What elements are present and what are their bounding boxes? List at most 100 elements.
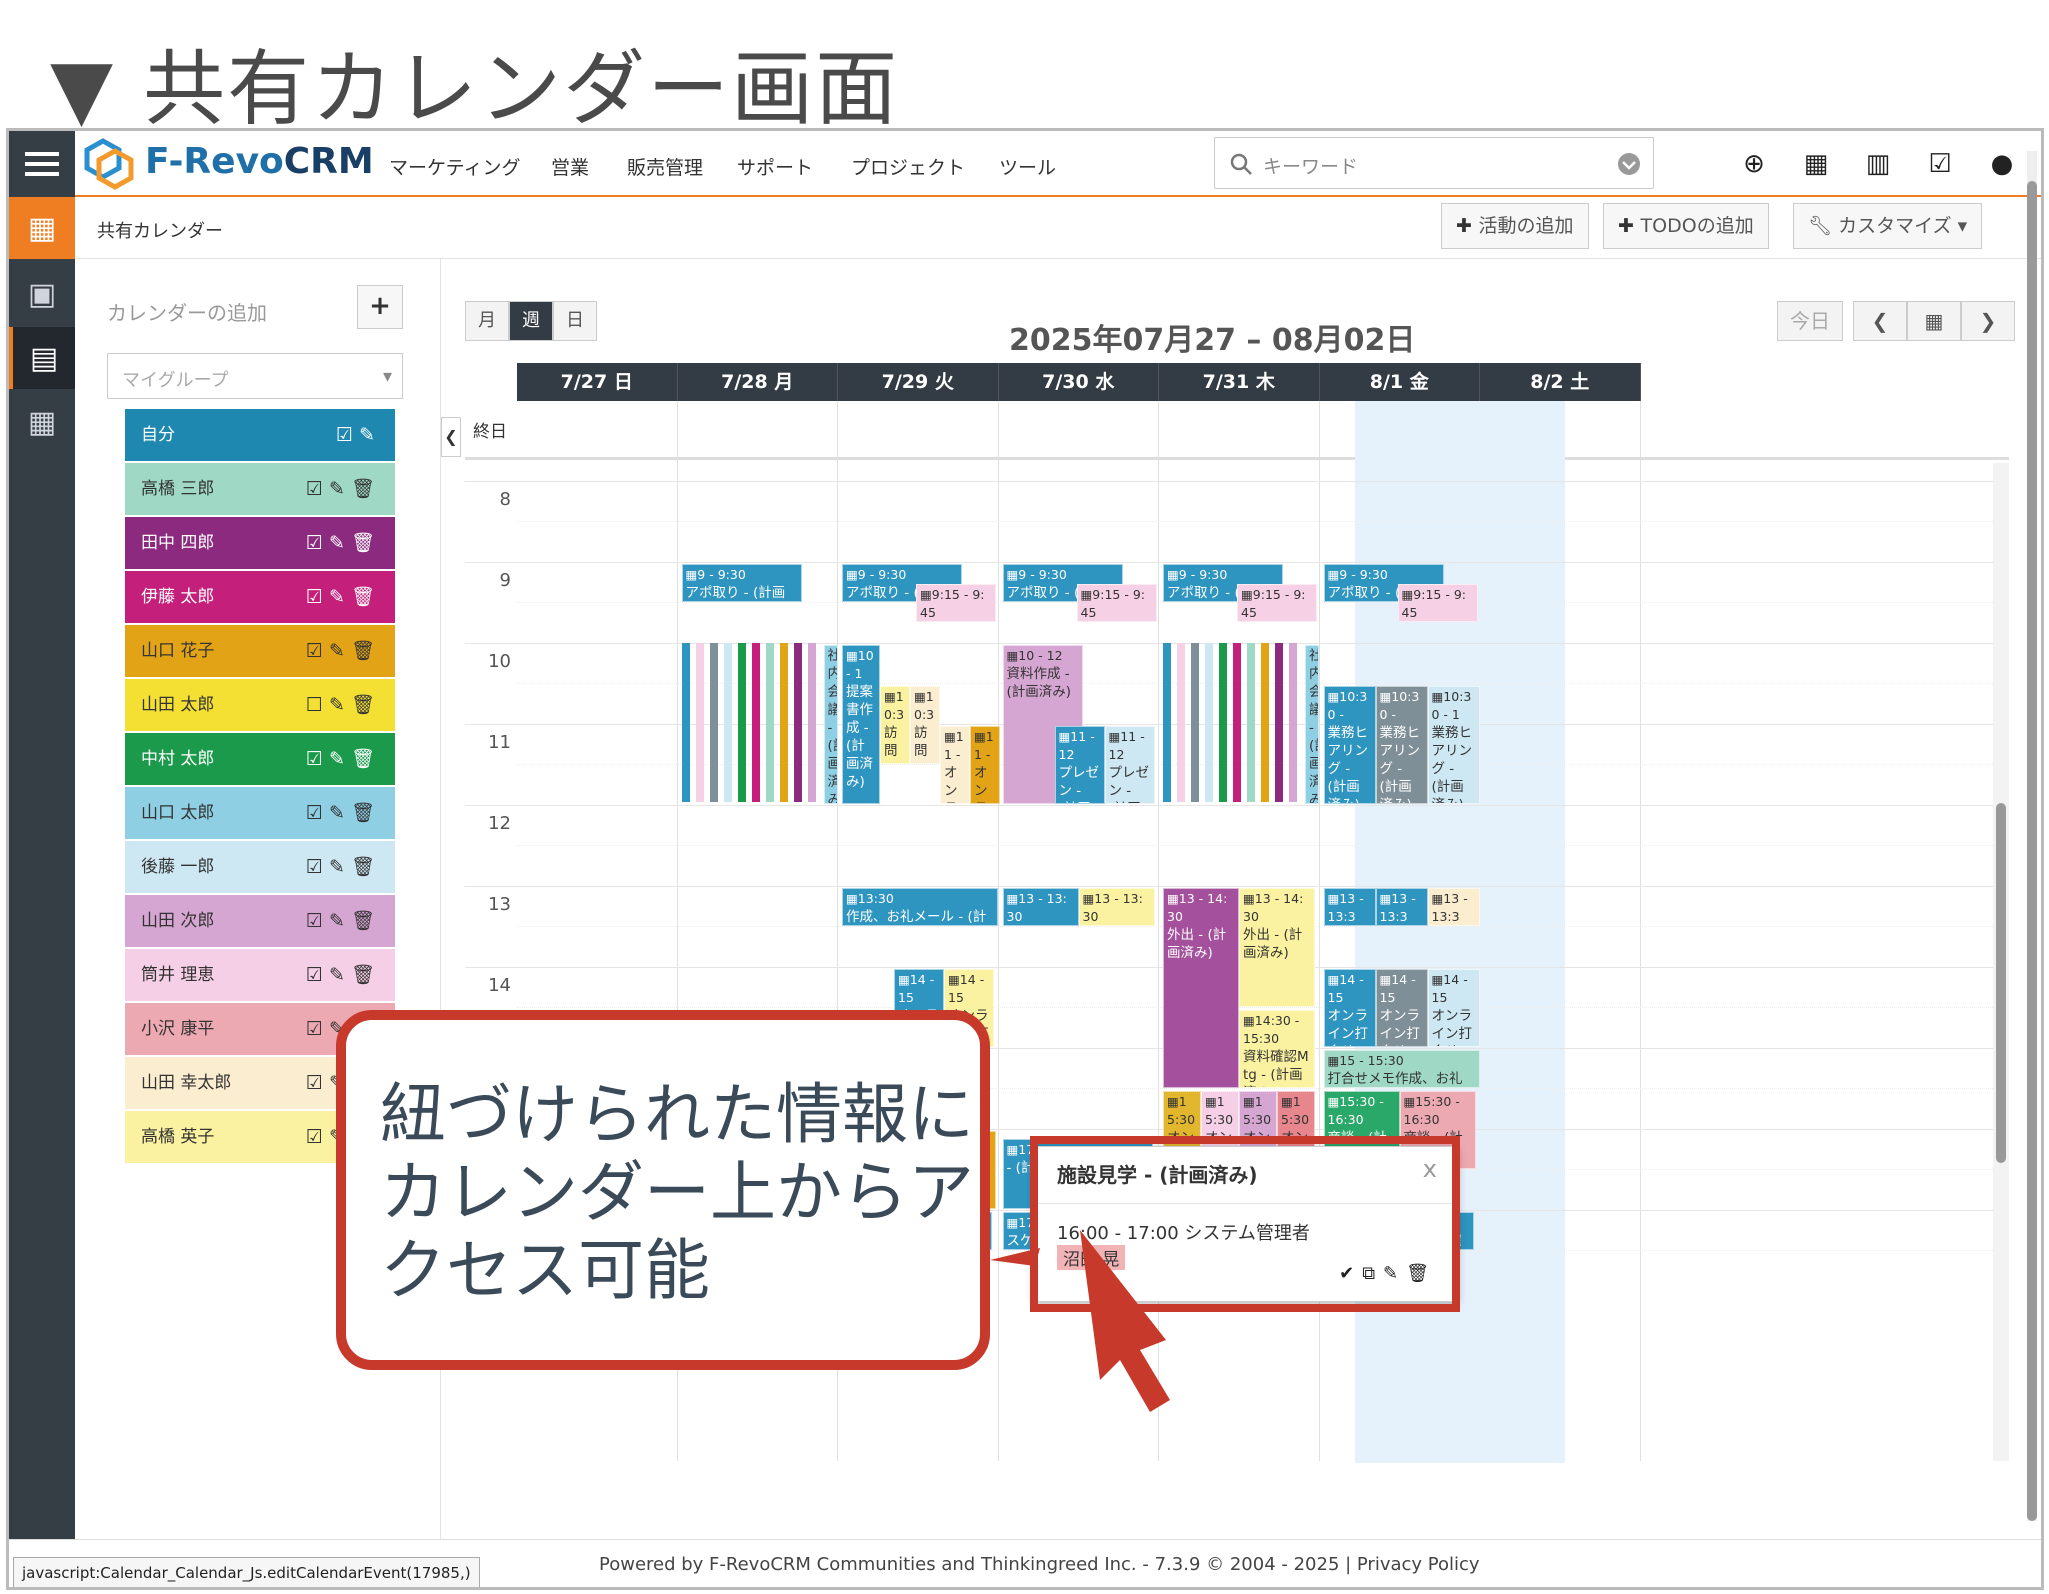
chevron-down-icon[interactable] [1617, 152, 1641, 176]
calendar-item[interactable]: 山口 花子 ☑✎🗑︎ [125, 625, 395, 677]
calendar-list-icon[interactable]: ▦ [9, 391, 75, 453]
nav-marketing[interactable]: マーケティング [389, 153, 520, 180]
calendar-module-icon[interactable]: ▦ [9, 197, 75, 259]
trash-icon[interactable]: 🗑︎ [351, 964, 381, 986]
calendar-event[interactable]: ▦13 - 13:30商談 - (計画済み) [1078, 888, 1155, 926]
checkbox-icon[interactable]: ☑ [306, 586, 329, 608]
calendar-event[interactable]: ▦14 - 15オンライン打合せ - (計画済み) [1323, 969, 1376, 1047]
hamburger-menu-button[interactable] [9, 131, 75, 197]
person-calendar-icon[interactable]: ▣ [9, 263, 75, 325]
calendar-event[interactable]: ▦9:15 - 9:45アポ連絡 - (計画済み) [1237, 584, 1317, 622]
event-strip[interactable] [1163, 643, 1171, 802]
edit-icon[interactable]: ✎ [329, 586, 351, 608]
date-picker-icon[interactable]: ▦ [1907, 301, 1961, 341]
event-strip[interactable] [1205, 643, 1213, 802]
nav-sales[interactable]: 営業 [551, 153, 589, 180]
calendar-item[interactable]: 高橋 三郎 ☑✎🗑︎ [125, 463, 395, 515]
chart-icon[interactable]: ▥ [1861, 147, 1895, 181]
event-strip[interactable] [1261, 643, 1269, 802]
edit-icon[interactable]: ✎ [329, 964, 351, 986]
event-strip[interactable] [1275, 643, 1283, 802]
trash-icon[interactable]: 🗑︎ [351, 802, 381, 824]
group-select[interactable]: マイグループ ▾ [107, 353, 403, 399]
calendar-item[interactable]: 田中 四郎 ☑✎🗑︎ [125, 517, 395, 569]
event-strip[interactable] [709, 643, 718, 802]
brand-name[interactable]: F-RevoCRM [145, 141, 374, 182]
calendar-event[interactable]: ▦13 - 13:30商談 - (計画済み) [1002, 888, 1079, 926]
next-week-button[interactable]: ❯ [1961, 301, 2015, 341]
calendar-item[interactable]: 中村 太郎 ☑✎🗑︎ [125, 733, 395, 785]
page-scrollbar[interactable] [2027, 151, 2037, 1521]
view-day-button[interactable]: 日 [553, 301, 597, 341]
calendar-item[interactable]: 筒井 理恵 ☑✎🗑︎ [125, 949, 395, 1001]
calendar-event[interactable]: ▦10:30 -業務ヒアリング - (計画済み) [1323, 685, 1376, 804]
event-strip[interactable] [1247, 643, 1255, 802]
calendar-item[interactable]: 後藤 一郎 ☑✎🗑︎ [125, 841, 395, 893]
calendar-event[interactable]: ▦15 - 15:30 打合せメモ作成、お礼メール返信 - (計画済み) [1323, 1050, 1480, 1088]
calendar-event[interactable]: ▦13 - 13:3議事メモ作成、お礼メール [1323, 888, 1376, 926]
checkbox-icon[interactable]: ☑ [306, 640, 329, 662]
edit-icon[interactable]: ✎ [329, 694, 351, 716]
checkbox-icon[interactable]: ☑ [336, 424, 359, 446]
calendar-event[interactable]: ▦13 - 13:3商談 - (計画済み) [1427, 888, 1480, 926]
event-strip[interactable] [793, 643, 802, 802]
today-button[interactable]: 今日 [1777, 301, 1843, 341]
calendar-event[interactable]: ▦14 - 15オンライン打合せ - (計画済み) [1427, 969, 1480, 1047]
add-activity-button[interactable]: ✚ 活動の追加 [1441, 203, 1589, 249]
day-header[interactable]: 8/1 金 [1319, 363, 1480, 401]
edit-icon[interactable]: ✎ [329, 532, 351, 554]
calendar-event[interactable]: ▦10:30 -業務ヒアリング - (計画済み) [1375, 685, 1428, 804]
trash-icon[interactable]: 🗑︎ [351, 640, 381, 662]
checkbox-icon[interactable]: ☑ [306, 910, 329, 932]
event-strip[interactable] [1177, 643, 1185, 802]
trash-icon[interactable]: 🗑︎ [351, 478, 381, 500]
event-strip[interactable] [751, 643, 760, 802]
collapse-sidebar-button[interactable]: ❮ [441, 417, 461, 457]
calendar-event[interactable]: 社内会議 - (計画済み) [823, 645, 838, 804]
edit-icon[interactable]: ✎ [329, 910, 351, 932]
calendar-event[interactable]: ▦13 - 14:30 外出 - (計画済み) [1239, 888, 1315, 1007]
view-week-button[interactable]: 週 [509, 301, 553, 341]
edit-icon[interactable]: ✎ [329, 802, 351, 824]
checkbox-icon[interactable]: ☑ [306, 1018, 329, 1040]
calendar-event[interactable]: ▦11 - オンライン商談 - (計 [970, 726, 1000, 804]
event-strip[interactable] [1191, 643, 1199, 802]
event-strip[interactable] [681, 643, 690, 802]
calendar-event[interactable]: ▦13:30 作成、お礼メール - (計画済み) [842, 888, 998, 926]
event-strip[interactable] [765, 643, 774, 802]
edit-icon[interactable]: ✎ [359, 424, 381, 446]
checkbox-icon[interactable]: ☑ [306, 802, 329, 824]
day-header[interactable]: 7/31 木 [1159, 363, 1320, 401]
day-header[interactable]: 7/27 日 [517, 363, 678, 401]
event-strip[interactable] [1233, 643, 1241, 802]
nav-tools[interactable]: ツール [999, 153, 1056, 180]
edit-icon[interactable]: ✎ [329, 640, 351, 662]
checkbox-icon[interactable]: ☑ [306, 532, 329, 554]
nav-sales-management[interactable]: 販売管理 [627, 153, 703, 180]
event-strip[interactable] [737, 643, 746, 802]
checkbox-icon[interactable]: ☑ [306, 856, 329, 878]
calendar-event[interactable]: ▦13 - 14:30 外出 - (計画済み) [1163, 888, 1239, 1088]
calendar-event[interactable]: ▦13 - 13:3商談 - (計画済み) [1375, 888, 1428, 926]
checkbox-icon[interactable]: ☑ [306, 1072, 329, 1094]
calendar-event[interactable]: ▦10:30 - 1業務ヒアリング - (計画済み) [1427, 685, 1480, 804]
calendar-icon[interactable]: ▦ [1799, 147, 1833, 181]
nav-project[interactable]: プロジェクト [851, 153, 965, 180]
trash-icon[interactable]: 🗑︎ [351, 910, 381, 932]
event-strip[interactable] [1289, 643, 1297, 802]
checkbox-icon[interactable]: ☑ [306, 1126, 329, 1148]
calendar-item[interactable]: 伊藤 太郎 ☑✎🗑︎ [125, 571, 395, 623]
event-strip[interactable] [807, 643, 816, 802]
nav-support[interactable]: サポート [737, 153, 813, 180]
search-placeholder[interactable]: キーワード [1263, 152, 1358, 179]
prev-week-button[interactable]: ❮ [1853, 301, 1907, 341]
add-todo-button[interactable]: ✚ TODOの追加 [1603, 203, 1769, 249]
day-header[interactable]: 7/28 月 [677, 363, 838, 401]
calendar-item[interactable]: 山田 次郎 ☑✎🗑︎ [125, 895, 395, 947]
add-plus-icon[interactable]: ⊕ [1737, 147, 1771, 181]
calendar-event[interactable]: ▦14 - 15オンライン打合せ - (計画済み) [1375, 969, 1428, 1047]
trash-icon[interactable]: 🗑︎ [351, 532, 381, 554]
checkbox-icon[interactable]: ☑ [306, 478, 329, 500]
calendar-event[interactable]: ▦10:3 訪問 - (計画済み) [880, 685, 910, 764]
calendar-event[interactable]: ▦9:15 - 9:45アポ連絡 - (計画済み) [916, 584, 996, 622]
